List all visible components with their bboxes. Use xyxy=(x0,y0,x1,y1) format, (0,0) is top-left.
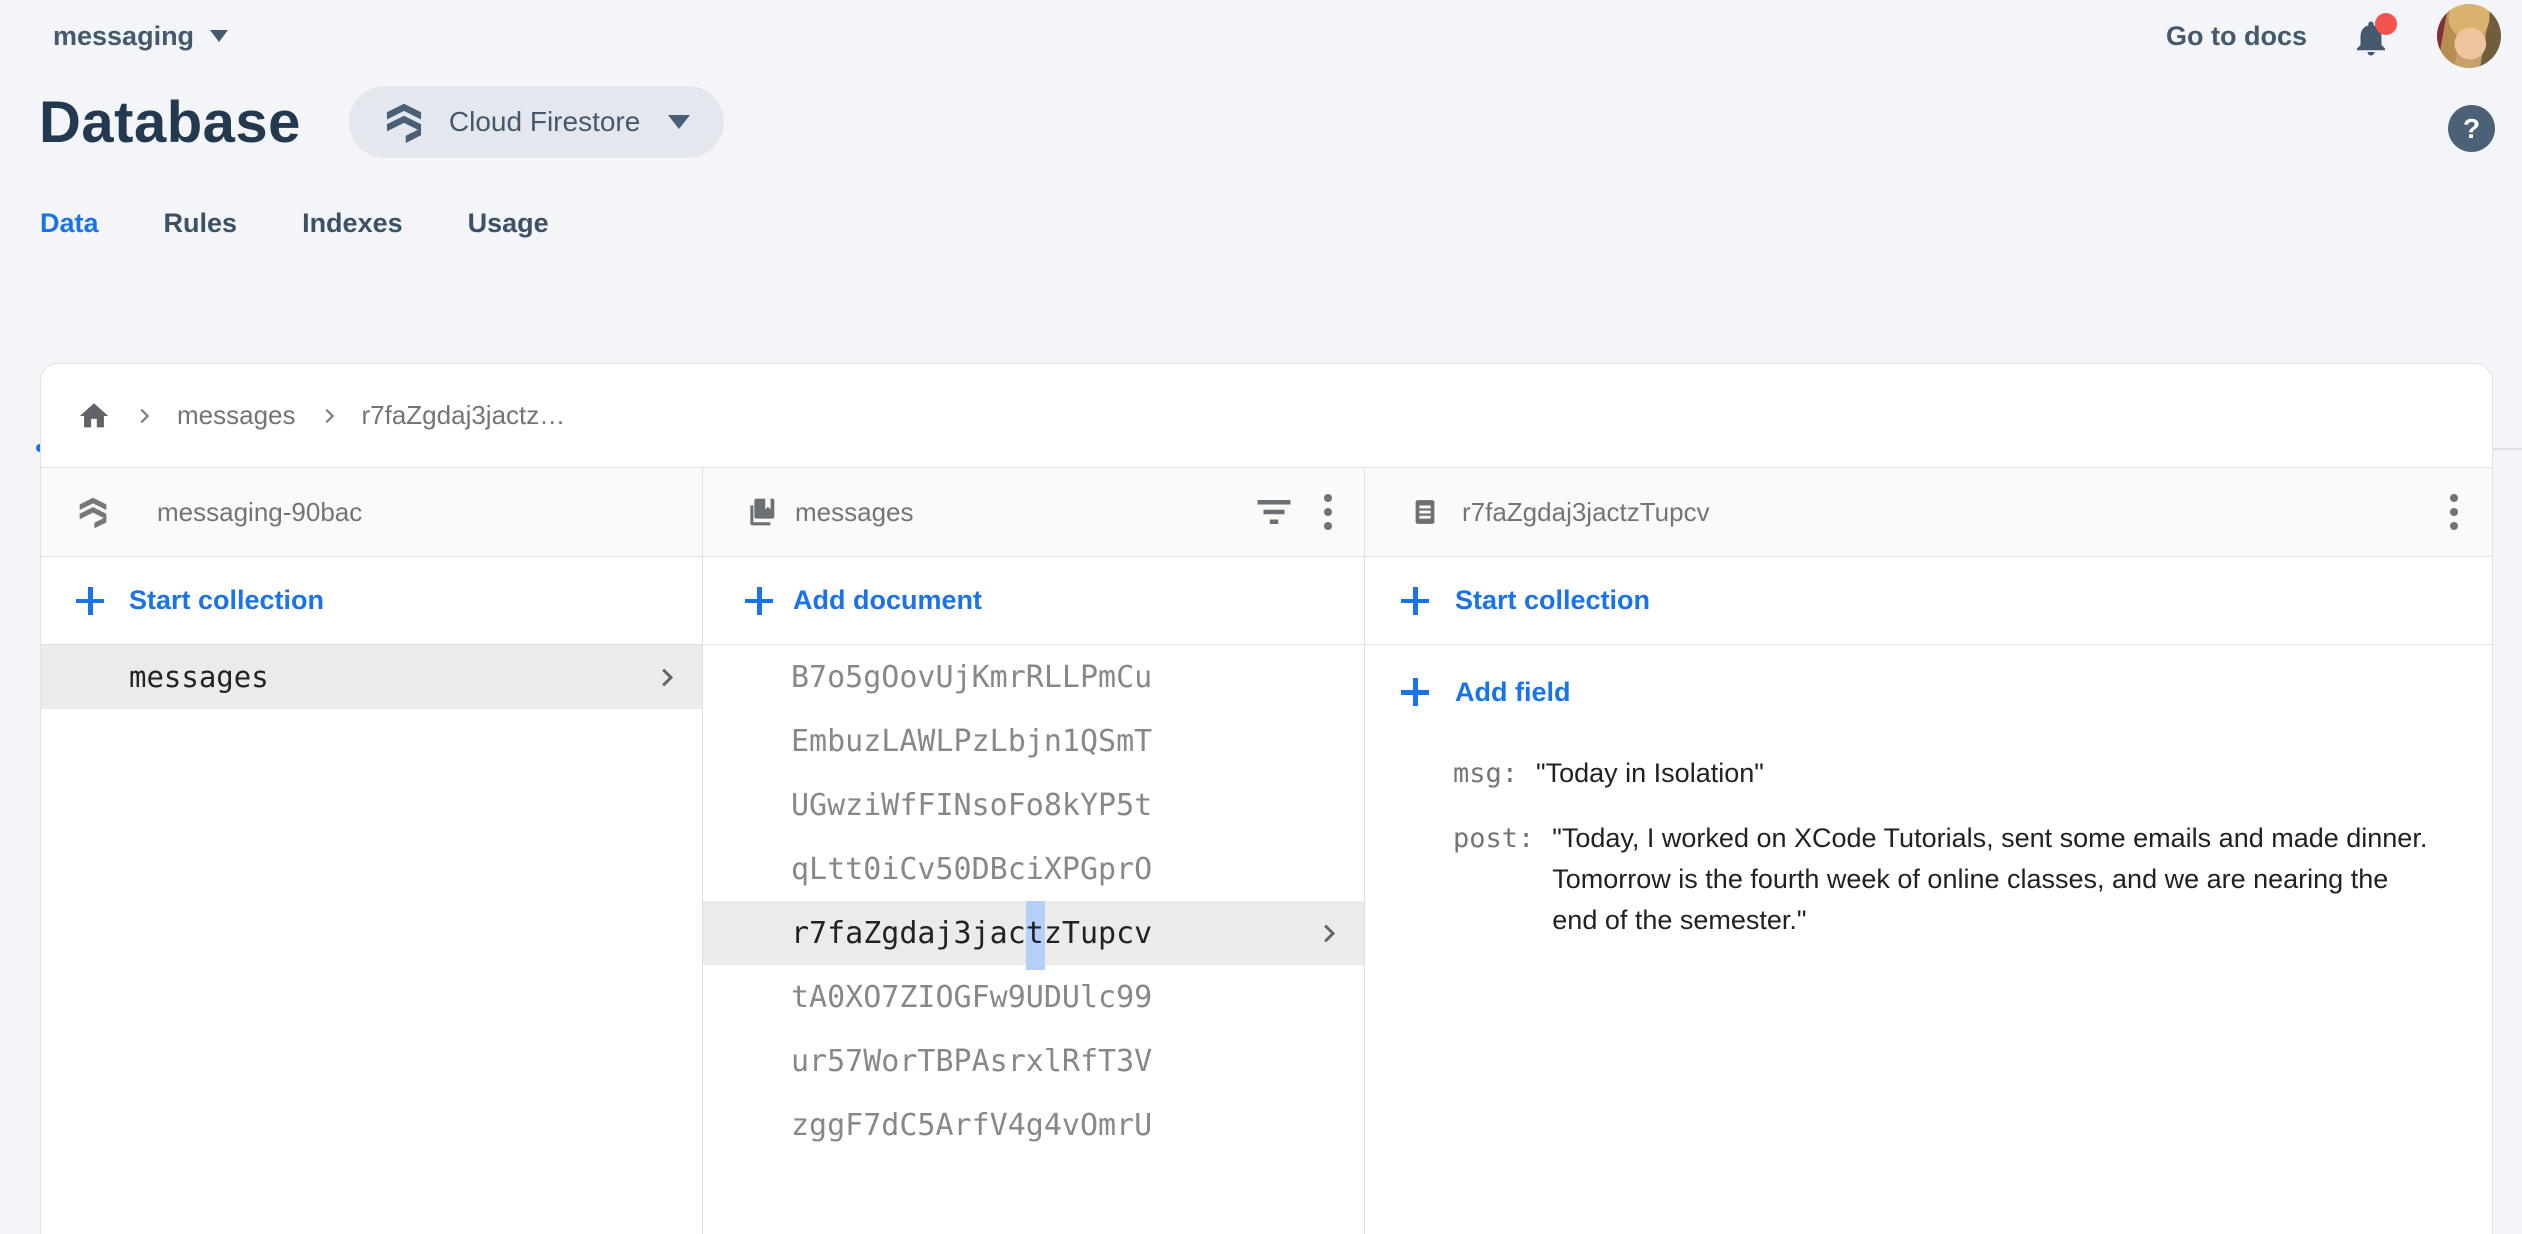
miller-columns: messaging-90bac Start collection message… xyxy=(41,468,2492,1234)
collection-column-header: messages xyxy=(703,468,1364,557)
collection-list-item-messages[interactable]: messages xyxy=(41,645,702,709)
document-column: r7faZgdaj3jactzTupcv Start collection Ad… xyxy=(1365,468,2492,1234)
field-post[interactable]: post: "Today, I worked on XCode Tutorial… xyxy=(1453,818,2452,941)
field-value: "Today in Isolation" xyxy=(1536,753,1764,794)
chevron-right-icon xyxy=(1315,920,1342,947)
tab-rules[interactable]: Rules xyxy=(164,198,238,257)
firestore-logo-icon xyxy=(383,99,425,145)
document-list-item[interactable]: zggF7dC5ArfV4g4vOmrU xyxy=(703,1093,1364,1157)
database-name: messaging-90bac xyxy=(157,497,362,528)
notifications-button[interactable] xyxy=(2351,14,2391,58)
plus-icon xyxy=(1399,676,1431,708)
document-list-item-selected[interactable]: r7faZgdaj3jactzTupcv xyxy=(703,901,1364,965)
tab-data[interactable]: Data xyxy=(40,198,99,257)
breadcrumb-collection[interactable]: messages xyxy=(177,400,296,431)
home-icon[interactable] xyxy=(77,399,111,433)
kebab-menu-icon[interactable] xyxy=(1318,488,1338,536)
document-list-item[interactable]: UGwziWfFINsoFo8kYP5t xyxy=(703,773,1364,837)
plus-icon xyxy=(74,585,106,617)
tab-usage[interactable]: Usage xyxy=(468,198,549,257)
field-name: post: xyxy=(1453,818,1534,859)
add-field-button[interactable]: Add field xyxy=(1365,645,2492,739)
document-list-item[interactable]: B7o5gOovUjKmrRLLPmCu xyxy=(703,645,1364,709)
topbar: messaging Go to docs xyxy=(0,0,2522,72)
root-column-header: messaging-90bac xyxy=(41,468,702,557)
chevron-right-icon xyxy=(318,405,340,427)
field-list: msg: "Today in Isolation" post: "Today, … xyxy=(1365,739,2492,941)
document-list-item[interactable]: tA0XO7ZIOGFw9UDUlc99 xyxy=(703,965,1364,1029)
start-collection-button[interactable]: Start collection xyxy=(41,557,702,645)
document-id: r7faZgdaj3jactzTupcv xyxy=(1462,497,1710,528)
go-to-docs-link[interactable]: Go to docs xyxy=(2166,21,2307,52)
topbar-right: Go to docs xyxy=(2166,4,2522,68)
firestore-data-panel: messages r7faZgdaj3jactz… messaging-90ba… xyxy=(40,363,2493,1234)
product-switcher-pill[interactable]: Cloud Firestore xyxy=(349,86,724,158)
filter-icon[interactable] xyxy=(1256,494,1292,530)
start-collection-button[interactable]: Start collection xyxy=(1365,557,2492,645)
product-name: Cloud Firestore xyxy=(449,106,640,138)
document-column-header: r7faZgdaj3jactzTupcv xyxy=(1365,468,2492,557)
breadcrumb: messages r7faZgdaj3jactz… xyxy=(41,364,2492,468)
help-icon[interactable]: ? xyxy=(2448,105,2495,152)
notification-dot xyxy=(2375,13,2397,35)
plus-icon xyxy=(743,585,775,617)
field-value: "Today, I worked on XCode Tutorials, sen… xyxy=(1552,818,2427,941)
document-list-item[interactable]: qLtt0iCv50DBciXPGprO xyxy=(703,837,1364,901)
add-document-button[interactable]: Add document xyxy=(703,557,1364,645)
document-list-item[interactable]: ur57WorTBPAsrxlRfT3V xyxy=(703,1029,1364,1093)
collection-column: messages Add document B7o5gOovUjKmrRLLPm… xyxy=(703,468,1365,1234)
breadcrumb-document[interactable]: r7faZgdaj3jactz… xyxy=(362,400,566,431)
root-column: messaging-90bac Start collection message… xyxy=(41,468,703,1234)
document-list-item[interactable]: EmbuzLAWLPzLbjn1QSmT xyxy=(703,709,1364,773)
caret-down-icon xyxy=(210,30,228,42)
collection-name: messages xyxy=(795,497,914,528)
kebab-menu-icon[interactable] xyxy=(2444,488,2464,536)
tab-indexes[interactable]: Indexes xyxy=(302,198,403,257)
project-switcher[interactable]: messaging xyxy=(53,21,228,52)
firestore-logo-icon xyxy=(77,494,109,530)
document-icon xyxy=(1410,496,1440,528)
plus-icon xyxy=(1399,585,1431,617)
page-title: Database xyxy=(39,89,301,156)
chevron-right-icon xyxy=(653,664,680,691)
tab-strip: Data Rules Indexes Usage xyxy=(0,198,2522,256)
collection-icon xyxy=(745,496,777,528)
chevron-right-icon xyxy=(133,405,155,427)
caret-down-icon xyxy=(668,115,690,129)
page-header: Database Cloud Firestore xyxy=(39,86,724,158)
avatar[interactable] xyxy=(2437,4,2501,68)
project-name: messaging xyxy=(53,21,194,52)
field-name: msg: xyxy=(1453,753,1518,794)
field-msg[interactable]: msg: "Today in Isolation" xyxy=(1453,753,2452,794)
